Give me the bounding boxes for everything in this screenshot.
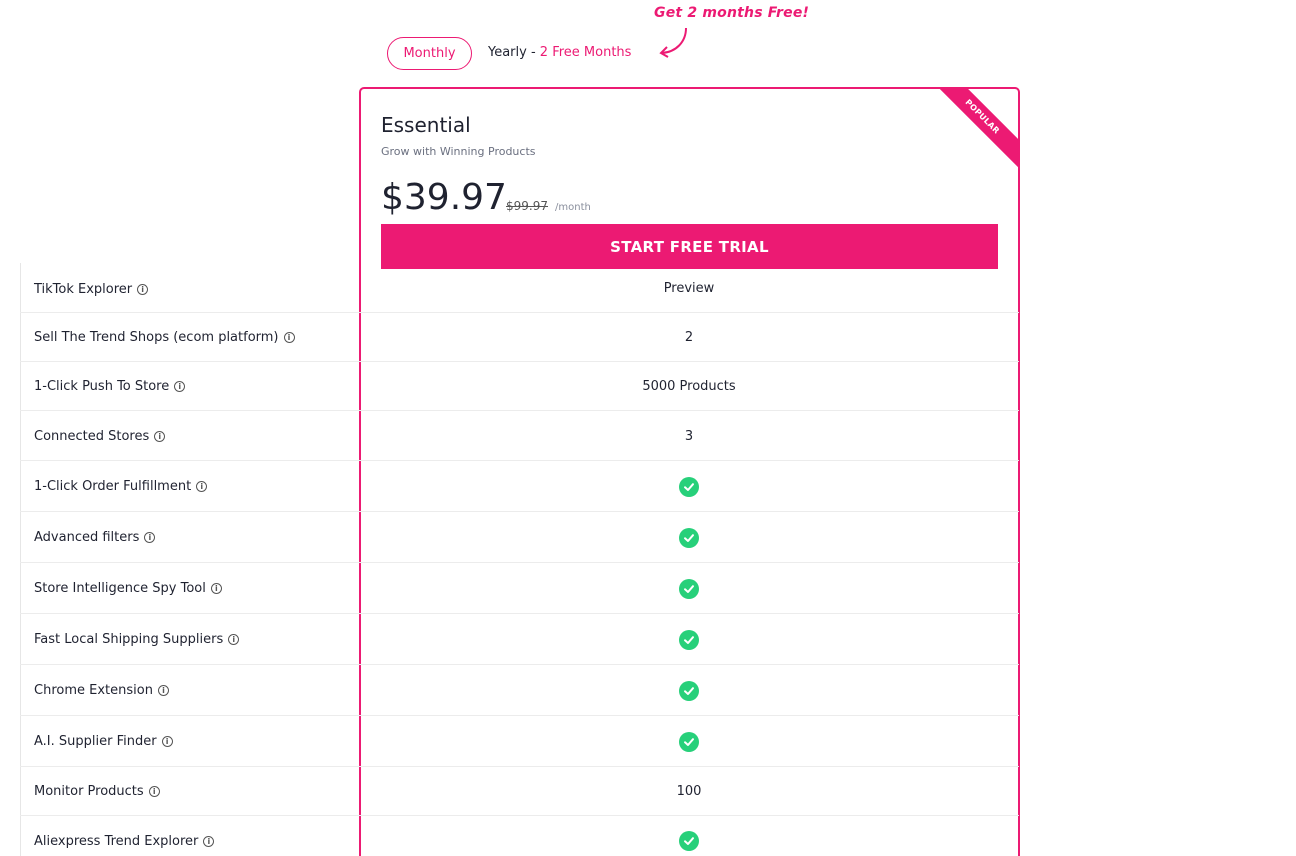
feature-label-text: Aliexpress Trend Explorer [34,833,199,849]
plan-old-price: $99.97 [506,199,548,213]
info-icon[interactable]: i [283,332,295,343]
feature-value [361,512,1017,563]
check-icon [679,578,699,599]
feature-label-text: 1-Click Push To Store [34,379,170,394]
feature-value [361,816,1017,856]
feature-value: 2 [361,313,1017,362]
feature-value [361,461,1017,512]
feature-label: Fast Local Shipping Suppliers i [20,614,360,665]
feature-row: Fast Local Shipping Suppliers i [20,614,1019,665]
monthly-toggle-button[interactable]: Monthly [387,37,472,70]
feature-label: Monitor Products i [20,767,360,816]
feature-value [361,716,1017,767]
feature-value-text: 5000 Products [642,379,736,394]
feature-label: Aliexpress Trend Explorer i [20,816,360,856]
feature-label: Advanced filters i [20,512,360,563]
yearly-free-months: 2 Free Months [539,45,632,60]
feature-label: TikTok Explorer i [20,263,360,313]
info-icon[interactable]: i [154,430,166,442]
feature-row: TikTok Explorer i Preview [20,263,1019,313]
feature-label: A.I. Supplier Finder i [20,716,360,767]
feature-row: Chrome Extension i [20,665,1019,716]
promo-text: Get 2 months Free! [654,5,810,21]
feature-row: Advanced filters i [20,512,1019,563]
check-icon [679,527,699,548]
check-icon [679,476,699,497]
info-icon[interactable]: i [148,786,160,797]
info-icon[interactable]: i [210,583,222,594]
info-icon[interactable]: i [157,685,169,696]
feature-value-text: 3 [684,428,694,444]
feature-label: 1-Click Order Fulfillment i [20,461,360,512]
feature-row: 1-Click Order Fulfillment i [20,461,1019,512]
feature-label: Sell The Trend Shops (ecom platform) i [20,313,360,362]
plan-subtitle: Grow with Winning Products [381,145,536,158]
feature-label-text: Monitor Products [34,784,144,799]
info-icon[interactable]: i [144,532,156,543]
check-icon [679,731,699,752]
info-icon[interactable]: i [174,381,186,392]
feature-row: A.I. Supplier Finder i [20,716,1019,767]
curved-arrow-icon [659,27,687,58]
feature-label-text: Connected Stores [34,428,150,444]
feature-label-text: Chrome Extension [34,683,153,698]
feature-value-text: Preview [663,280,715,296]
feature-label-text: A.I. Supplier Finder [34,734,157,749]
plan-period: /month [555,202,591,213]
feature-label-text: Store Intelligence Spy Tool [34,581,206,596]
info-icon[interactable]: i [137,283,149,295]
feature-row: 1-Click Push To Store i 5000 Products [20,362,1019,411]
feature-row: Store Intelligence Spy Tool i [20,563,1019,614]
check-icon [679,831,699,851]
feature-row: Aliexpress Trend Explorer i [20,816,1019,856]
check-icon [679,680,699,701]
feature-row: Connected Stores i 3 [20,411,1019,461]
plan-name: Essential [381,113,471,137]
feature-value-text: 2 [684,330,694,345]
feature-label: Connected Stores i [20,411,360,461]
feature-value: 5000 Products [361,362,1017,411]
feature-label-text: Sell The Trend Shops (ecom platform) [34,330,279,345]
info-icon[interactable]: i [196,481,208,492]
feature-value: Preview [361,263,1017,313]
info-icon[interactable]: i [228,634,240,645]
feature-label-text: TikTok Explorer [34,281,133,297]
yearly-label: Yearly - [488,45,540,60]
yearly-toggle-button[interactable]: Yearly - 2 Free Months [488,45,631,60]
feature-row: Monitor Products i 100 [20,767,1019,816]
feature-value [361,665,1017,716]
info-icon[interactable]: i [161,736,173,747]
info-icon[interactable]: i [203,835,215,847]
feature-value: 100 [361,767,1017,816]
feature-label: 1-Click Push To Store i [20,362,360,411]
feature-label-text: 1-Click Order Fulfillment [34,479,192,494]
feature-label: Chrome Extension i [20,665,360,716]
feature-value [361,563,1017,614]
popular-badge: POPULAR [925,89,1018,174]
plan-price: $39.97 [381,177,507,218]
feature-label-text: Fast Local Shipping Suppliers [34,632,224,647]
feature-label-text: Advanced filters [34,530,140,545]
check-icon [679,629,699,650]
feature-value-text: 100 [676,784,702,799]
feature-value [361,614,1017,665]
feature-value: 3 [361,411,1017,461]
feature-row: Sell The Trend Shops (ecom platform) i 2 [20,313,1019,362]
feature-label: Store Intelligence Spy Tool i [20,563,360,614]
